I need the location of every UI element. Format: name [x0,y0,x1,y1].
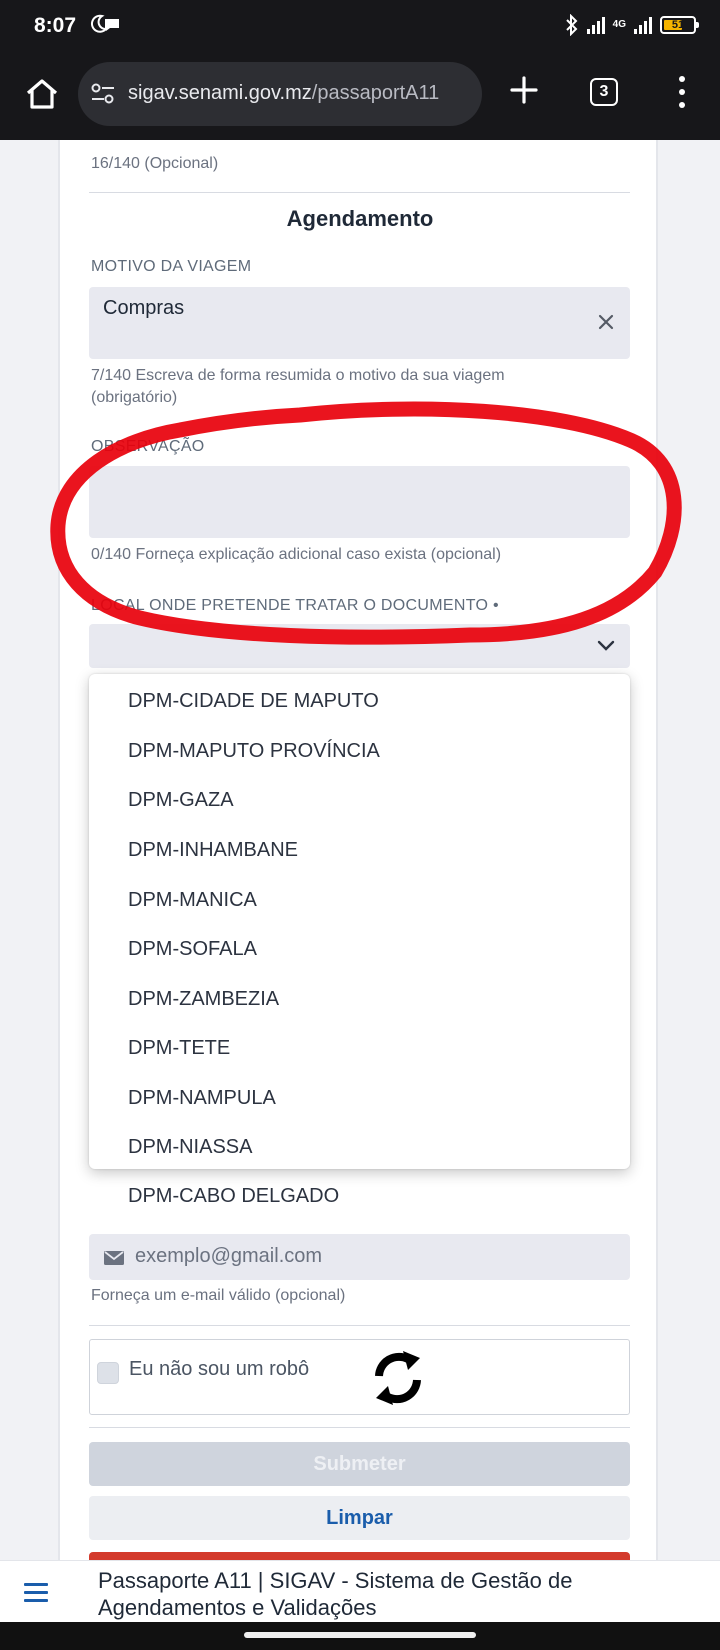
signal-strength-2-icon [634,16,652,34]
network-type: 4G [612,19,626,30]
dropdown-option[interactable]: DPM-MANICA [89,877,630,923]
local-dropdown-menu: DPM-CIDADE DE MAPUTO DPM-MAPUTO PROVÍNCI… [89,674,630,1207]
observacao-label: OBSERVAÇÃO [91,438,205,455]
site-settings-icon[interactable] [90,82,116,106]
local-select[interactable] [89,624,630,668]
bottom-app-bar: Passaporte A11 | SIGAV - Sistema de Gest… [0,1560,720,1622]
section-title-agendamento: Agendamento [286,206,434,231]
email-hint: Forneça um e-mail válido (opcional) [91,1287,346,1304]
url-text[interactable]: sigav.senami.gov.mz/passaportA11 [128,82,439,105]
site-title-line2: Agendamentos e Validações [98,1595,377,1620]
bluetooth-icon [565,14,578,36]
more-options-icon[interactable] [668,70,696,114]
site-title: Passaporte A11 | SIGAV - Sistema de Gest… [98,1567,698,1621]
local-label: LOCAL ONDE PRETENDE TRATAR O DOCUMENTO • [91,597,499,614]
gesture-handle[interactable] [244,1632,476,1638]
system-navigation-bar [0,1622,720,1650]
browser-chrome: 8:07 4G 51 sigav.senami.gov.mz/passaport… [0,0,720,140]
dropdown-option[interactable]: DPM-INHAMBANE [89,827,630,873]
dropdown-option[interactable]: DPM-TETE [89,1025,630,1071]
email-input[interactable]: exemplo@gmail.com [89,1234,630,1280]
new-tab-plus-icon[interactable] [504,70,544,110]
divider [89,192,630,193]
dropdown-option[interactable]: DPM-CABO DELGADO [89,1173,630,1219]
url-path: /passaportA11 [311,82,440,104]
battery-level: 51 [671,19,685,31]
captcha-label: Eu não sou um robô [129,1358,310,1380]
previous-field-counter: 16/140 (Opcional) [91,155,219,172]
email-placeholder: exemplo@gmail.com [135,1245,323,1267]
chevron-down-icon[interactable] [596,639,616,653]
status-bar: 8:07 4G 51 [0,0,720,52]
browser-toolbar: sigav.senami.gov.mz/passaportA11 3 [0,52,720,140]
dropdown-option[interactable]: DPM-GAZA [89,777,630,823]
motivo-hint-line1: 7/140 Escreva de forma resumida o motivo… [91,367,505,384]
motivo-value: Compras [103,297,185,319]
battery-icon: 51 [660,16,699,34]
envelope-icon [104,1251,124,1265]
divider [89,1325,630,1326]
status-icons: 4G 51 [565,14,699,36]
address-bar[interactable]: sigav.senami.gov.mz/passaportA11 [78,62,482,126]
message-notification-icon [105,19,119,31]
observacao-hint: 0/140 Forneça explicação adicional caso … [91,546,502,563]
captcha-checkbox[interactable] [97,1362,119,1384]
status-time: 8:07 [34,14,77,37]
url-domain: sigav.senami.gov.mz [128,82,312,104]
signal-strength-icon [586,16,605,34]
tab-switcher-button[interactable]: 3 [590,78,618,106]
dropdown-option[interactable]: DPM-NIASSA [89,1124,630,1170]
motivo-hint-line2: (obrigatório) [91,389,178,406]
observacao-input[interactable] [89,466,630,538]
refresh-loading-icon [375,1351,421,1405]
captcha-widget: Eu não sou um robô [89,1339,630,1415]
menu-hamburger-icon[interactable] [24,1583,50,1603]
web-content: 16/140 (Opcional) Agendamento MOTIVO DA … [0,140,720,1560]
dropdown-option[interactable]: DPM-CIDADE DE MAPUTO [89,678,630,724]
dropdown-option[interactable]: DPM-MAPUTO PROVÍNCIA [89,728,630,774]
phone-screen: 8:07 4G 51 sigav.senami.gov.mz/passaport… [0,0,720,1650]
clear-button[interactable]: Limpar [89,1496,630,1540]
home-icon[interactable] [20,72,64,116]
dropdown-option[interactable]: DPM-SOFALA [89,926,630,972]
motivo-label: MOTIVO DA VIAGEM [91,258,252,275]
divider [89,1427,630,1428]
dropdown-option[interactable]: DPM-ZAMBEZIA [89,976,630,1022]
dropdown-option[interactable]: DPM-NAMPULA [89,1075,630,1121]
site-title-line1: Passaporte A11 | SIGAV - Sistema de Gest… [98,1568,573,1593]
clear-icon[interactable] [596,312,616,332]
submit-button[interactable]: Submeter [89,1442,630,1486]
red-action-button[interactable] [89,1552,630,1560]
